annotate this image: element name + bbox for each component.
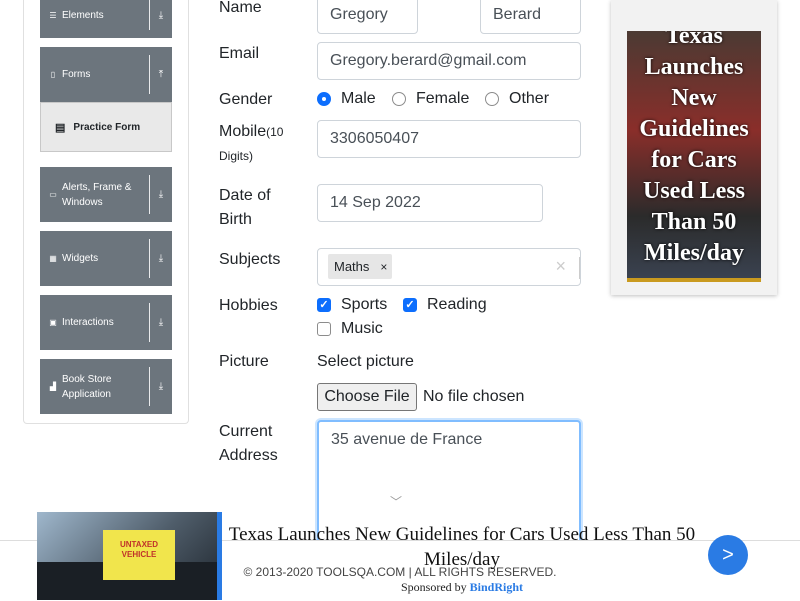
collapse-icon: ⤒ — [158, 69, 164, 80]
sign-line1: UNTAXED — [119, 540, 159, 549]
window-icon: ▭ — [49, 190, 57, 199]
sponsored-by: Sponsored by BindRight — [222, 580, 702, 595]
sponsored-by-text: Sponsored by — [400, 580, 467, 594]
sidebar-item-label: Practice Form — [73, 121, 141, 133]
scroll-down-icon: ﹀ — [390, 495, 403, 509]
sponsor-brand-link[interactable]: BindRight — [470, 580, 523, 594]
expand-icon: ⤓ — [158, 253, 164, 264]
gender-other-radio[interactable]: Other — [485, 90, 549, 108]
email-input[interactable]: Gregory.berard@gmail.com — [317, 42, 581, 80]
bottom-ad-image[interactable]: UNTAXED VEHICLE — [37, 512, 222, 600]
expand-icon: ⤓ — [158, 9, 164, 21]
sign-line2: VEHICLE — [121, 550, 157, 559]
cursor-icon: ▣ — [49, 318, 57, 327]
hobbies-label: Hobbies — [219, 297, 278, 314]
remove-chip-icon[interactable]: × — [375, 260, 392, 274]
expand-icon: ⤓ — [158, 317, 164, 328]
address-label: Current Address — [219, 420, 278, 468]
gender-label: Gender — [219, 91, 273, 108]
sidebar-group-elements[interactable]: ☰ Elements ⤓ — [40, 0, 172, 38]
subjects-label: Subjects — [219, 251, 281, 268]
first-name-input[interactable]: Gregory — [317, 0, 418, 34]
gender-option-label: Other — [509, 90, 550, 107]
hobby-label: Sports — [341, 296, 388, 313]
sidebar-group-alerts[interactable]: ▭ Alerts, Frame & Windows ⤓ — [40, 167, 172, 222]
form-icon: ▤ — [55, 121, 66, 134]
mobile-label: Mobile(10 Digits) — [219, 120, 309, 168]
checkbox-indicator[interactable]: ✓ — [317, 298, 331, 312]
gender-option-label: Female — [416, 90, 470, 107]
sidebar-group-interactions[interactable]: ▣ Interactions ⤓ — [40, 295, 172, 350]
email-label: Email — [219, 45, 260, 62]
dob-label-line1: Date of — [219, 187, 271, 204]
last-name-input[interactable]: Berard — [480, 0, 581, 34]
hobby-music-checkbox[interactable]: Music — [317, 320, 383, 338]
radio-indicator[interactable] — [485, 92, 499, 106]
hobby-sports-checkbox[interactable]: ✓ Sports — [317, 296, 387, 314]
address-label-line1: Current — [219, 423, 273, 440]
dob-label-line2: Birth — [219, 211, 252, 228]
bar-chart-icon: ▟ — [49, 382, 57, 391]
sidebar-group-widgets[interactable]: ▦ Widgets ⤓ — [40, 231, 172, 286]
hobby-reading-checkbox[interactable]: ✓ Reading — [403, 296, 487, 314]
next-ad-button[interactable]: > — [708, 535, 748, 575]
sidebar-item-practice-form[interactable]: ▤ Practice Form — [40, 102, 172, 152]
name-label: Name — [219, 0, 262, 16]
sidebar-group-forms[interactable]: ▯ Forms ⤒ — [40, 47, 172, 102]
untaxed-vehicle-sign: UNTAXED VEHICLE — [103, 530, 175, 580]
grid-icon: ▦ — [49, 254, 57, 263]
gender-female-radio[interactable]: Female — [392, 90, 469, 108]
gender-option-label: Male — [341, 90, 376, 107]
choose-file-button[interactable]: Choose File — [317, 383, 417, 411]
gender-male-radio[interactable]: Male — [317, 90, 376, 108]
select-picture-text: Select picture — [317, 353, 414, 370]
radio-indicator[interactable] — [392, 92, 406, 106]
side-advertisement[interactable]: Texas Launches New Guidelines for Cars U… — [611, 0, 777, 295]
picture-label: Picture — [219, 353, 269, 370]
no-file-text: No file chosen — [423, 388, 525, 405]
address-label-line2: Address — [219, 447, 278, 464]
checkbox-indicator[interactable] — [317, 322, 331, 336]
checkbox-indicator[interactable]: ✓ — [403, 298, 417, 312]
expand-icon: ⤓ — [158, 381, 164, 392]
dob-label: Date of Birth — [219, 184, 271, 232]
sidebar: ☰ Elements ⤓ ▯ Forms ⤒ ▤ Practice Form ▭… — [23, 0, 189, 424]
document-icon: ▯ — [50, 70, 56, 79]
sidebar-group-book-store[interactable]: ▟ Book Store Application ⤓ — [40, 359, 172, 414]
mobile-label-text: Mobile — [219, 123, 267, 140]
divider — [579, 257, 580, 279]
list-icon: ☰ — [49, 10, 57, 20]
radio-indicator[interactable] — [317, 92, 331, 106]
bottom-ad-headline[interactable]: Texas Launches New Guidelines for Cars U… — [222, 522, 702, 572]
subject-chip-label: Maths — [334, 259, 370, 274]
hobby-label: Music — [341, 320, 383, 337]
expand-icon: ⤓ — [158, 189, 164, 200]
hobby-label: Reading — [427, 296, 487, 313]
mobile-input[interactable]: 3306050407 — [317, 120, 581, 158]
side-ad-headline: Texas Launches New Guidelines for Cars U… — [639, 31, 749, 266]
clear-icon[interactable]: × — [555, 256, 566, 277]
date-of-birth-input[interactable]: 14 Sep 2022 — [317, 184, 543, 222]
subject-chip: Maths × — [328, 254, 393, 279]
side-ad-image: Texas Launches New Guidelines for Cars U… — [627, 31, 761, 282]
